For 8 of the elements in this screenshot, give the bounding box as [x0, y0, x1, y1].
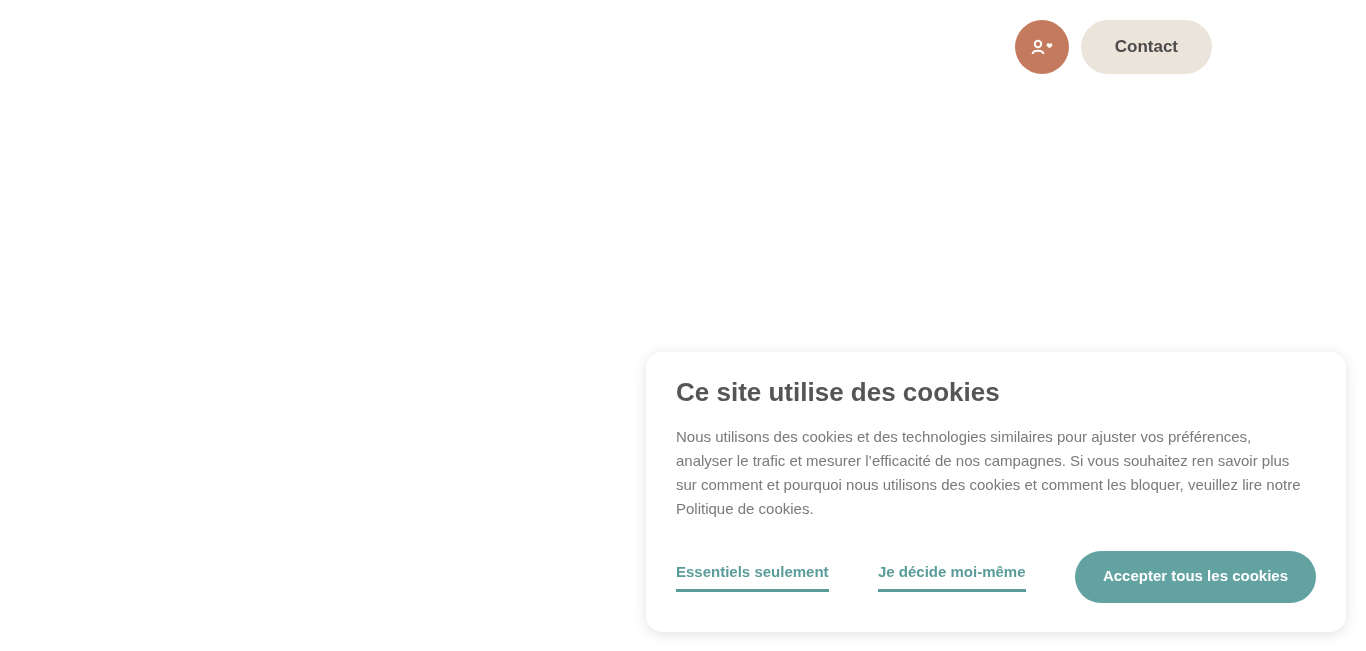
account-button[interactable] [1014, 20, 1069, 74]
banner-text: Nous utilisons des cookies et des technologies similaires pour ajuster vos préférences, analyser le trafic et mesurer l’efficacité de nos campagnes. Si vous souhaitez ren savoir plus sur comment et pourquoi nous utilisons des cookies et comment les bloquer, veuillez lire notre Politique de cookies. [676, 426, 1302, 519]
option-link[interactable]: Je décide moi-même [877, 560, 1026, 593]
contact-button[interactable]: Contact [1080, 20, 1212, 74]
option-link[interactable]: Essentiels seulement [676, 560, 829, 593]
user-heart-icon [1030, 39, 1053, 55]
banner-title: Ce site utilise des cookies [676, 376, 1001, 409]
accept-button[interactable]: Accepter tous les cookies [1074, 550, 1316, 603]
